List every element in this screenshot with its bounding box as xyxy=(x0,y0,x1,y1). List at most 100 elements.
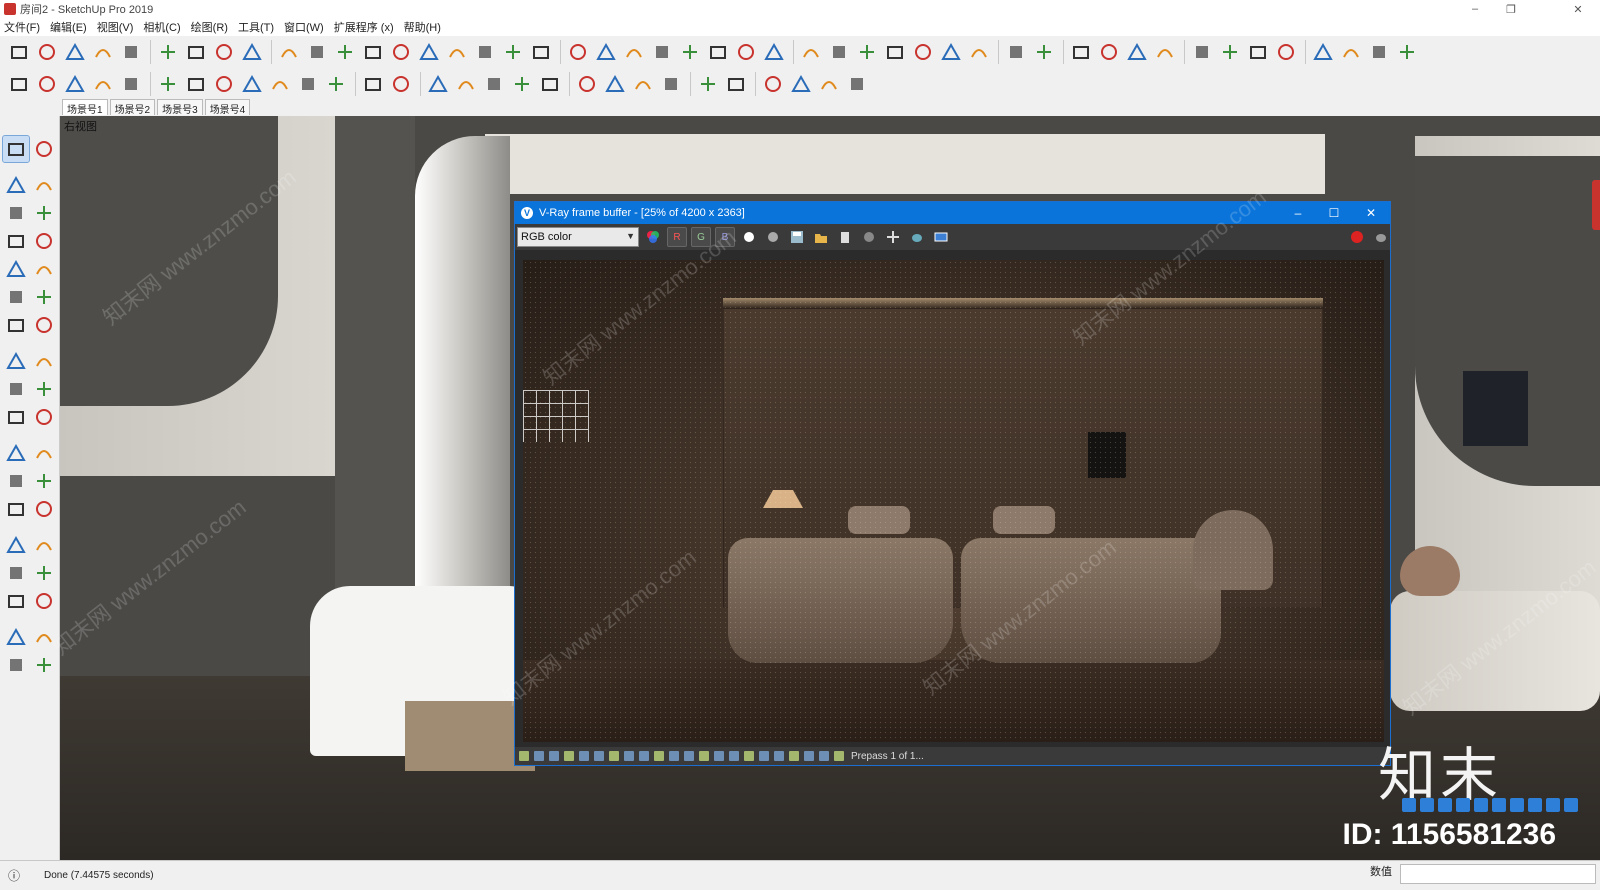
open-box-icon[interactable] xyxy=(6,71,32,97)
arc2-icon[interactable] xyxy=(31,284,57,310)
circle-icon[interactable] xyxy=(323,71,349,97)
beam-icon[interactable] xyxy=(304,39,330,65)
layers-icon[interactable] xyxy=(509,71,535,97)
path-icon[interactable] xyxy=(360,39,386,65)
region-icon[interactable] xyxy=(931,227,951,247)
pencil-icon[interactable] xyxy=(3,200,29,226)
circle-tool-icon[interactable] xyxy=(3,256,29,282)
vray-title-bar[interactable]: V V-Ray frame buffer - [25% of 4200 x 23… xyxy=(515,202,1390,224)
section-plane-icon[interactable] xyxy=(31,652,57,678)
vfb-status-tool-icon[interactable] xyxy=(624,751,634,761)
tape-icon[interactable] xyxy=(155,39,181,65)
mold-char-icon[interactable] xyxy=(1152,39,1178,65)
vfb-status-tool-icon[interactable] xyxy=(534,751,544,761)
arc-tool-icon[interactable] xyxy=(3,284,29,310)
info-icon[interactable]: ⓘ xyxy=(8,867,20,884)
tray-app-icon[interactable] xyxy=(1456,798,1470,812)
zoom-extents-icon[interactable] xyxy=(3,588,29,614)
minimize-button[interactable]: – xyxy=(1457,0,1493,18)
crosshair-icon[interactable] xyxy=(883,227,903,247)
tray-app-icon[interactable] xyxy=(1474,798,1488,812)
dish-icon[interactable] xyxy=(705,39,731,65)
teapot2-icon[interactable] xyxy=(630,71,656,97)
color-wheel-icon[interactable] xyxy=(643,227,663,247)
table-icon[interactable] xyxy=(1068,39,1094,65)
zoom-icon[interactable] xyxy=(3,560,29,586)
tray-app-icon[interactable] xyxy=(1546,798,1560,812)
lock-icon[interactable] xyxy=(844,71,870,97)
vray-maximize-button[interactable]: ☐ xyxy=(1316,202,1352,224)
vfb-status-tool-icon[interactable] xyxy=(579,751,589,761)
scene-tab-1[interactable]: 场景号1 xyxy=(62,99,108,116)
shed-icon[interactable] xyxy=(118,71,144,97)
check-icon[interactable] xyxy=(1096,39,1122,65)
swirl-icon[interactable] xyxy=(733,39,759,65)
face-icon[interactable] xyxy=(425,71,451,97)
menu-draw[interactable]: 绘图(R) xyxy=(191,19,228,35)
vray-frame-buffer-window[interactable]: V V-Ray frame buffer - [25% of 4200 x 23… xyxy=(514,201,1391,766)
grey-dot-icon[interactable] xyxy=(763,227,783,247)
chart-icon[interactable] xyxy=(761,39,787,65)
channel-b-button[interactable]: B xyxy=(715,227,735,247)
move-icon[interactable] xyxy=(1217,39,1243,65)
cloud-icon[interactable] xyxy=(658,71,684,97)
tray-app-icon[interactable] xyxy=(1510,798,1524,812)
mirror-icon[interactable] xyxy=(854,39,880,65)
component-icon[interactable] xyxy=(62,39,88,65)
pin-tool-icon[interactable] xyxy=(239,71,265,97)
menu-edit[interactable]: 编辑(E) xyxy=(50,19,87,35)
block-icon[interactable] xyxy=(910,39,936,65)
layer-icon[interactable] xyxy=(528,39,554,65)
vfb-status-tool-icon[interactable] xyxy=(789,751,799,761)
side-icon[interactable] xyxy=(1310,39,1336,65)
folder-icon[interactable] xyxy=(811,227,831,247)
orbit-icon[interactable] xyxy=(3,532,29,558)
vfb-status-tool-icon[interactable] xyxy=(564,751,574,761)
vfb-status-tool-icon[interactable] xyxy=(804,751,814,761)
measurements-input[interactable] xyxy=(1400,864,1596,884)
scene-tab-2[interactable]: 场景号2 xyxy=(109,99,156,116)
vfb-status-tool-icon[interactable] xyxy=(819,751,829,761)
curve-icon[interactable] xyxy=(332,39,358,65)
select-arrow-icon[interactable] xyxy=(1,135,30,163)
target-icon[interactable] xyxy=(183,71,209,97)
vfb-status-tool-icon[interactable] xyxy=(609,751,619,761)
teapot-icon[interactable] xyxy=(602,71,628,97)
vray-logo-icon[interactable] xyxy=(574,71,600,97)
push-pull-icon[interactable] xyxy=(31,348,57,374)
vfb-status-tool-icon[interactable] xyxy=(654,751,664,761)
window-icon[interactable] xyxy=(760,71,786,97)
vfb-status-tool-icon[interactable] xyxy=(684,751,694,761)
ruler-icon[interactable] xyxy=(211,39,237,65)
vray-minimize-button[interactable]: – xyxy=(1280,202,1316,224)
window2-icon[interactable] xyxy=(788,71,814,97)
sandbox-icon[interactable] xyxy=(90,39,116,65)
menu-file[interactable]: 文件(F) xyxy=(4,19,40,35)
text-icon[interactable] xyxy=(31,468,57,494)
vfb-status-tool-icon[interactable] xyxy=(759,751,769,761)
gem-icon[interactable] xyxy=(360,71,386,97)
ring-char-icon[interactable] xyxy=(1124,39,1150,65)
vfb-status-tool-icon[interactable] xyxy=(834,751,844,761)
columns-icon[interactable] xyxy=(826,39,852,65)
lamp-icon[interactable] xyxy=(155,71,181,97)
look-around-icon[interactable] xyxy=(31,624,57,650)
freehand-icon[interactable] xyxy=(31,200,57,226)
stair-icon[interactable] xyxy=(276,39,302,65)
rotate-icon[interactable] xyxy=(3,376,29,402)
vfb-status-tool-icon[interactable] xyxy=(639,751,649,761)
hat-icon[interactable] xyxy=(649,39,675,65)
ball-icon[interactable] xyxy=(1338,39,1364,65)
eraser-grid-icon[interactable] xyxy=(118,39,144,65)
pan-icon[interactable] xyxy=(31,532,57,558)
vfb-status-tool-icon[interactable] xyxy=(744,751,754,761)
record-icon[interactable] xyxy=(1003,39,1029,65)
channel-r-button[interactable]: R xyxy=(667,227,687,247)
3d-text-icon[interactable] xyxy=(31,496,57,522)
stop-icon[interactable] xyxy=(1347,227,1367,247)
menu-tools[interactable]: 工具(T) xyxy=(238,19,274,35)
bar-chart-icon[interactable] xyxy=(239,39,265,65)
angle-icon[interactable] xyxy=(211,71,237,97)
gem-outline-icon[interactable] xyxy=(388,71,414,97)
loop-icon[interactable] xyxy=(416,39,442,65)
